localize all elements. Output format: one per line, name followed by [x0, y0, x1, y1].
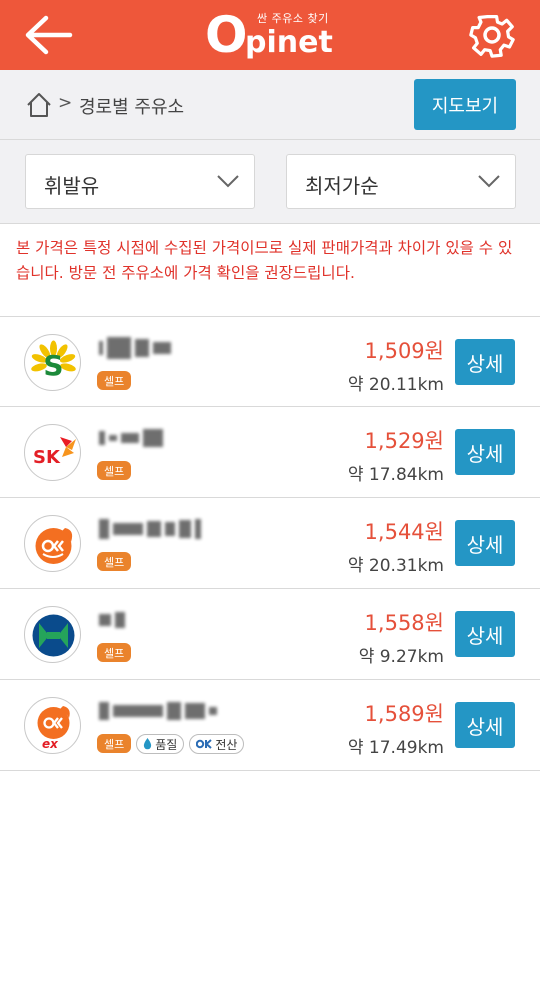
self-service-tag: 셀프: [97, 734, 132, 753]
svg-text:SK: SK: [33, 447, 61, 468]
logo-o: O: [205, 6, 248, 64]
water-drop-icon: [144, 738, 152, 750]
detail-button[interactable]: 상세: [455, 611, 515, 657]
breadcrumb: > 경로별 주유소 지도보기: [0, 70, 540, 140]
self-service-tag: 셀프: [97, 552, 132, 571]
gear-icon: [469, 14, 515, 58]
quality-tag-label: 품질: [155, 737, 178, 752]
logo-tagline: 싼 주유소 찾기: [257, 12, 329, 25]
station-distance: 약 17.84km: [347, 465, 444, 485]
breadcrumb-current: 경로별 주유소: [79, 97, 185, 118]
settings-button[interactable]: [466, 10, 518, 60]
station-name-redacted: [99, 428, 163, 448]
app-header: 싼 주유소 찾기 O pinet: [0, 0, 540, 70]
station-price: 1,544원: [364, 520, 444, 544]
quality-tag: 품질: [136, 734, 185, 754]
ok-system-tag-label: 전산: [215, 737, 238, 752]
s-oil-logo-icon: S: [24, 334, 81, 391]
ok-system-tag: 전산: [189, 734, 245, 754]
self-service-tag: 셀프: [97, 643, 132, 662]
station-row[interactable]: 셀프 1,544원 약 20.31km 상세: [0, 498, 540, 589]
fuel-type-select[interactable]: 휘발유: [25, 154, 255, 209]
detail-button[interactable]: 상세: [455, 429, 515, 475]
station-distance: 약 9.27km: [358, 647, 444, 667]
station-name-redacted: [99, 701, 217, 721]
filter-bar: 휘발유 최저가순: [0, 140, 540, 224]
station-distance: 약 20.11km: [347, 375, 444, 395]
price-notice: 본 가격은 특정 시점에 수집된 가격이므로 실제 판매가격과 차이가 있을 수…: [16, 239, 513, 282]
station-distance: 약 17.49km: [347, 738, 444, 758]
gs-caltex-ex-logo-icon: ex: [24, 697, 81, 754]
back-button[interactable]: [20, 12, 76, 58]
logo-text: pinet: [245, 25, 333, 60]
station-distance: 약 20.31km: [347, 556, 444, 576]
ok-mark-icon: [196, 739, 213, 749]
fuel-type-value: 휘발유: [44, 174, 100, 198]
chevron-down-icon: [478, 175, 500, 188]
station-name-redacted: [99, 519, 201, 539]
chevron-down-icon: [217, 175, 239, 188]
detail-button[interactable]: 상세: [455, 520, 515, 566]
self-service-tag: 셀프: [97, 461, 132, 480]
detail-button[interactable]: 상세: [455, 339, 515, 385]
sk-logo-icon: SK: [24, 424, 81, 481]
station-row[interactable]: SK 셀프 1,529원 약 17.84km 상세: [0, 407, 540, 498]
breadcrumb-separator: >: [58, 93, 73, 113]
map-view-button[interactable]: 지도보기: [414, 79, 516, 130]
gs-caltex-logo-icon: [24, 515, 81, 572]
svg-text:S: S: [43, 349, 63, 382]
sort-order-select[interactable]: 최저가순: [286, 154, 516, 209]
home-icon[interactable]: [26, 92, 52, 118]
station-price: 1,509원: [364, 339, 444, 363]
station-price: 1,589원: [364, 702, 444, 726]
sort-order-value: 최저가순: [305, 174, 379, 198]
detail-button[interactable]: 상세: [455, 702, 515, 748]
station-price: 1,558원: [364, 611, 444, 635]
hyundai-oilbank-logo-icon: [24, 606, 81, 663]
station-list: S 셀프 1,509원 약 20.11km 상세 SK 셀프 1,529원 약 …: [0, 316, 540, 771]
station-row[interactable]: ex 셀프 품질 전산 1,589원 약 17.49km 상세: [0, 680, 540, 771]
station-name-redacted: [99, 337, 171, 359]
opinet-logo: 싼 주유소 찾기 O pinet: [205, 6, 340, 66]
self-service-tag: 셀프: [97, 371, 132, 390]
station-row[interactable]: 셀프 1,558원 약 9.27km 상세: [0, 589, 540, 680]
station-price: 1,529원: [364, 429, 444, 453]
back-arrow-icon: [25, 15, 73, 55]
station-name-redacted: [99, 610, 125, 630]
svg-text:ex: ex: [42, 737, 59, 751]
station-row[interactable]: S 셀프 1,509원 약 20.11km 상세: [0, 316, 540, 407]
